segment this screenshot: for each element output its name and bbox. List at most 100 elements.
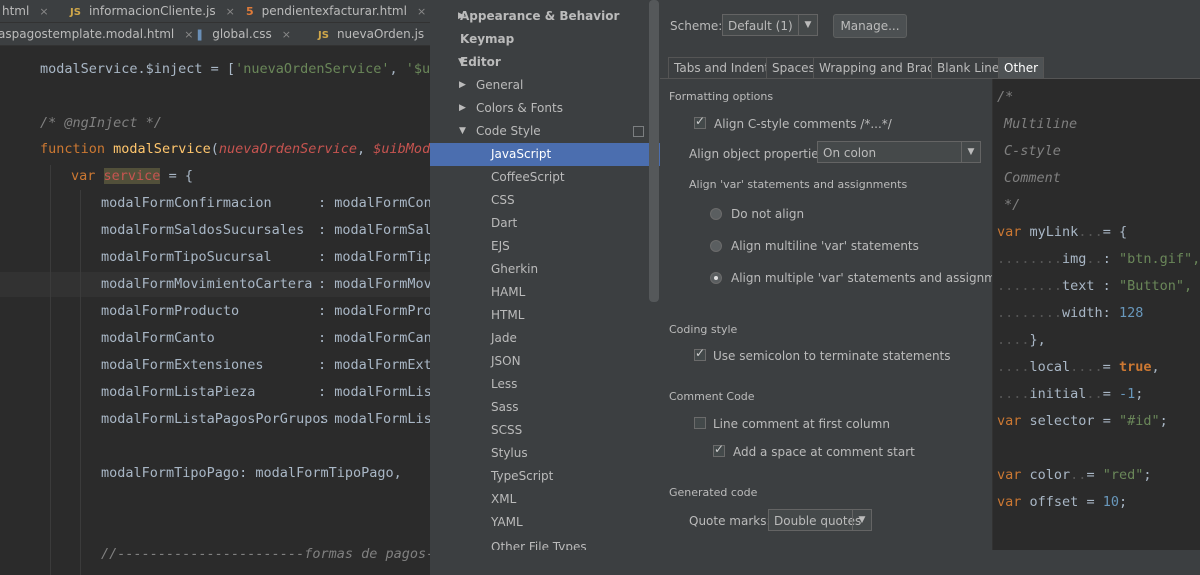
preview-keyword: var <box>997 224 1022 240</box>
tab-other[interactable]: Other <box>998 57 1045 79</box>
html5-icon: 5 <box>246 5 254 18</box>
tab-pagos-template[interactable]: aspagostemplate.modal.html × <box>0 23 193 45</box>
tree-item-sass[interactable]: Sass <box>430 396 648 419</box>
tree-item-json[interactable]: JSON <box>430 350 648 373</box>
align-multiline-radio[interactable] <box>710 240 722 252</box>
scheme-select[interactable]: Default (1) ▼ <box>722 14 818 36</box>
comment-code-header: Comment Code <box>669 390 755 403</box>
formatting-options-header: Formatting options <box>669 90 774 103</box>
chevron-down-icon[interactable]: ▼ <box>798 15 817 35</box>
tree-item-code-style[interactable]: ▼ Code Style <box>430 120 648 143</box>
line-comment-checkbox[interactable] <box>694 417 706 429</box>
code-line-property: modalFormConfirmacion <box>101 190 272 217</box>
preview-line: var color..= "red"; <box>997 467 1152 483</box>
tree-item-jade[interactable]: Jade <box>430 327 648 350</box>
tree-item-gherkin[interactable]: Gherkin <box>430 258 648 281</box>
align-object-value: On colon <box>823 146 877 160</box>
preview-line: ....initial..= -1; <box>997 386 1144 402</box>
tree-item-less[interactable]: Less <box>430 373 648 396</box>
align-c-comments-label[interactable]: Align C-style comments /*...*/ <box>714 116 892 132</box>
tree-item-colors-fonts[interactable]: ▶ Colors & Fonts <box>430 97 648 120</box>
tree-item-label: Appearance & Behavior <box>460 9 620 23</box>
quote-marks-select[interactable]: Double quotes ▼ <box>768 509 872 531</box>
add-space-checkbox[interactable] <box>713 442 725 457</box>
indent-guide <box>80 190 81 575</box>
tree-item-label: XML <box>491 492 517 506</box>
close-icon[interactable]: × <box>226 5 235 18</box>
tree-item-editor[interactable]: ▼ Editor <box>430 51 648 74</box>
tab-tabs-and-indents[interactable]: Tabs and Indents <box>668 57 782 79</box>
align-c-comments-checkbox[interactable] <box>694 114 706 129</box>
tree-item-ejs[interactable]: EJS <box>430 235 648 258</box>
collapse-arrow-icon[interactable]: ▼ <box>459 120 466 143</box>
expand-arrow-icon[interactable]: ▶ <box>459 97 466 120</box>
line-comment-label[interactable]: Line comment at first column <box>713 416 890 432</box>
preview-number: 128 <box>1118 305 1144 321</box>
align-object-select[interactable]: On colon ▼ <box>817 141 981 163</box>
tree-item-general[interactable]: ▶ General <box>430 74 648 97</box>
use-semicolon-checkbox[interactable] <box>694 346 706 361</box>
preview-keyword: var <box>997 467 1022 483</box>
code-line-function: function modalService(nuevaOrdenService,… <box>40 136 430 163</box>
preview-key: text <box>1062 278 1095 294</box>
tab-global-css[interactable]: ❚ global.css × <box>195 23 291 45</box>
code-line-property: modalFormListaPieza <box>101 384 256 400</box>
preview-line: var offset = 10; <box>997 494 1128 510</box>
tab-html[interactable]: html × <box>2 0 49 22</box>
preview-keyword: var <box>997 494 1022 510</box>
tree-item-keymap[interactable]: Keymap <box>430 28 648 51</box>
do-not-align-radio[interactable] <box>710 208 722 220</box>
use-semicolon-label[interactable]: Use semicolon to terminate statements <box>713 348 951 364</box>
tree-item-dart[interactable]: Dart <box>430 212 648 235</box>
tab-pendientexfacturar[interactable]: 5 pendientexfacturar.html × <box>246 0 426 22</box>
code-editor[interactable]: html × JS informacionCliente.js × 5 pendient… <box>0 0 430 575</box>
tree-item-appearance[interactable]: ▶ Appearance & Behavior <box>430 5 648 28</box>
code-keyword: function <box>40 141 106 157</box>
chevron-down-icon[interactable]: ▼ <box>961 142 980 162</box>
code-line-property: modalFormProducto <box>101 303 240 319</box>
tree-item-javascript[interactable]: JavaScript <box>430 143 660 166</box>
preview-key: img <box>1062 251 1087 267</box>
align-multiple-label[interactable]: Align multiple 'var' statements and assi… <box>731 270 1022 286</box>
copy-icon[interactable] <box>633 126 644 137</box>
preview-string: "Button", <box>1118 278 1193 294</box>
close-icon[interactable]: × <box>417 5 426 18</box>
expand-arrow-icon[interactable]: ▶ <box>459 74 466 97</box>
tree-item-haml[interactable]: HAML <box>430 281 648 304</box>
quote-marks-label: Quote marks: <box>689 514 771 528</box>
preview-number: -1 <box>1118 386 1136 402</box>
tab-nueva-orden[interactable]: JS nuevaOrden.js <box>318 23 424 45</box>
code-line-var: var service = { <box>71 163 193 190</box>
tab-label: nuevaOrden.js <box>336 27 425 41</box>
manage-button[interactable]: Manage... <box>833 14 907 38</box>
tree-item-html[interactable]: HTML <box>430 304 648 327</box>
close-icon[interactable]: × <box>39 5 48 18</box>
code-text: modalService.$inject = [ <box>40 61 236 77</box>
settings-tree: ▶ Appearance & Behavior Keymap ▼ Editor ▶ G… <box>430 0 660 575</box>
tree-item-yaml[interactable]: YAML <box>430 511 648 534</box>
add-space-label[interactable]: Add a space at comment start <box>733 444 915 460</box>
tree-item-xml[interactable]: XML <box>430 488 648 511</box>
code-line-property-value: : modalFormPro <box>318 303 430 319</box>
tree-item-label: EJS <box>491 239 510 253</box>
close-icon[interactable]: × <box>282 28 291 41</box>
align-multiline-label[interactable]: Align multiline 'var' statements <box>731 238 919 254</box>
tab-informacion-cliente[interactable]: JS informacionCliente.js × <box>70 0 235 22</box>
preview-keyword: var <box>997 413 1022 429</box>
tree-item-scss[interactable]: SCSS <box>430 419 648 442</box>
preview-line: ....local....= true, <box>997 359 1160 375</box>
preview-comment: Multiline <box>1004 116 1078 132</box>
tree-item-label: SCSS <box>491 423 523 437</box>
tree-item-css[interactable]: CSS <box>430 189 648 212</box>
preview-comment: /* <box>997 89 1014 105</box>
tree-scrollbar[interactable] <box>649 0 659 302</box>
do-not-align-label[interactable]: Do not align <box>731 206 804 222</box>
tree-item-stylus[interactable]: Stylus <box>430 442 648 465</box>
chevron-down-icon[interactable]: ▼ <box>852 510 871 530</box>
code-line-property-value: : modalFormCan <box>318 330 430 346</box>
align-multiple-radio[interactable] <box>710 272 722 284</box>
close-icon[interactable]: × <box>184 28 193 41</box>
tree-item-typescript[interactable]: TypeScript <box>430 465 648 488</box>
tree-item-coffeescript[interactable]: CoffeeScript <box>430 166 648 189</box>
code-param: nuevaOrdenService <box>218 141 358 157</box>
